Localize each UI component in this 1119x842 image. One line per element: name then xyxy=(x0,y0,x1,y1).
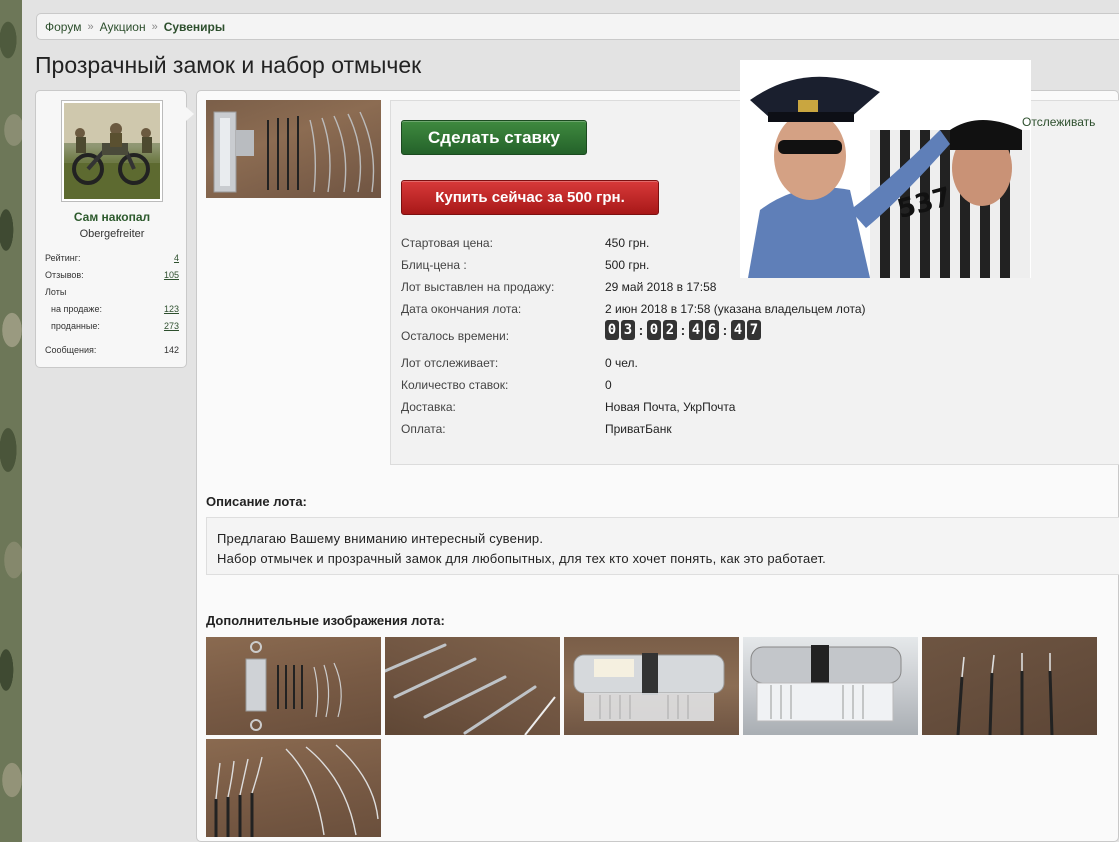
stat-messages-value: 142 xyxy=(163,344,179,355)
gallery-image[interactable] xyxy=(922,637,1097,735)
follow-link[interactable]: Отслеживать xyxy=(1022,115,1095,129)
detail-time-left: Осталось времени: 0 3 : 0 2 : 4 6 : 4 7 xyxy=(401,320,1001,352)
breadcrumb: Форум » Аукцион » Сувениры xyxy=(36,13,1119,40)
stat-rating: Рейтинг: 4 xyxy=(45,252,179,263)
breadcrumb-separator: » xyxy=(87,20,94,33)
countdown-colon: : xyxy=(722,322,728,338)
stat-on-sale-value[interactable]: 123 xyxy=(164,304,179,314)
countdown-colon: : xyxy=(680,322,686,338)
page: Форум » Аукцион » Сувениры Прозрачный за… xyxy=(22,0,1119,842)
police-photo: 537 xyxy=(740,60,1031,278)
description-box: Предлагаю Вашему вниманию интересный сув… xyxy=(206,517,1119,575)
description-line: Предлагаю Вашему вниманию интересный сув… xyxy=(217,531,544,546)
stat-reviews: Отзывов: 105 xyxy=(45,269,179,280)
stat-lots: Лоты xyxy=(45,286,67,297)
gallery-title: Дополнительные изображения лота: xyxy=(206,613,445,628)
gallery-image[interactable] xyxy=(564,637,739,735)
username[interactable]: Сам накопал xyxy=(36,210,188,224)
stat-on-sale: на продаже: 123 xyxy=(51,303,179,314)
breadcrumb-auction[interactable]: Аукцион xyxy=(100,20,146,34)
page-title: Прозрачный замок и набор отмычек xyxy=(35,52,422,78)
gallery-image[interactable] xyxy=(206,637,381,735)
countdown-digit: 2 xyxy=(663,320,677,340)
detail-listed: Лот выставлен на продажу: 29 май 2018 в … xyxy=(401,280,717,294)
countdown-digit: 0 xyxy=(605,320,619,340)
stat-rating-value[interactable]: 4 xyxy=(174,253,179,263)
detail-watchers: Лот отслеживает: 0 чел. xyxy=(401,356,638,370)
countdown-digit: 4 xyxy=(731,320,745,340)
breadcrumb-separator: » xyxy=(151,20,158,33)
gallery-image[interactable] xyxy=(206,739,381,837)
avatar-image xyxy=(64,103,160,199)
stat-sold-value[interactable]: 273 xyxy=(164,321,179,331)
description-title: Описание лота: xyxy=(206,494,307,509)
pick-hooks-image xyxy=(214,744,379,837)
lock-and-picks-image xyxy=(245,641,342,731)
countdown-digit: 6 xyxy=(705,320,719,340)
user-title: Obergefreiter xyxy=(79,228,145,240)
breadcrumb-souvenirs[interactable]: Сувениры xyxy=(164,20,225,34)
detail-payment: Оплата: ПриватБанк xyxy=(401,422,672,436)
gallery-image[interactable] xyxy=(743,637,918,735)
motorcycle-icon xyxy=(64,103,160,199)
detail-delivery: Доставка: Новая Почта, УкрПочта xyxy=(401,400,736,414)
user-card-notch xyxy=(186,107,194,121)
countdown-digit: 3 xyxy=(621,320,635,340)
stat-reviews-value[interactable]: 105 xyxy=(164,270,179,280)
user-card: Сам накопал Obergefreiter Рейтинг: 4 Отз… xyxy=(35,90,194,368)
countdown-digit: 4 xyxy=(689,320,703,340)
stat-sold: проданные: 273 xyxy=(51,320,179,331)
countdown-colon: : xyxy=(638,322,644,338)
detail-end-date: Дата окончания лота: 2 июн 2018 в 17:58 … xyxy=(401,302,866,316)
lockpick-set-image xyxy=(213,111,375,193)
lock-cylinder-image xyxy=(750,645,902,722)
lot-main-image[interactable] xyxy=(206,100,381,198)
gallery-image[interactable] xyxy=(385,637,560,735)
camo-background xyxy=(0,0,22,842)
policeman-and-prisoner-image: 537 xyxy=(740,60,1031,278)
countdown-timer: 0 3 : 0 2 : 4 6 : 4 7 xyxy=(605,320,761,340)
place-bid-button[interactable]: Сделать ставку xyxy=(401,120,587,155)
pick-tips-image xyxy=(385,643,556,735)
transparent-lock-image xyxy=(573,653,725,721)
avatar[interactable] xyxy=(61,100,163,202)
countdown-digit: 7 xyxy=(747,320,761,340)
description-line: Набор отмычек и прозрачный замок для люб… xyxy=(217,551,826,566)
stat-messages: Сообщения: 142 xyxy=(45,344,179,355)
picks-closeup-image xyxy=(956,653,1054,735)
countdown-digit: 0 xyxy=(647,320,661,340)
buy-now-button[interactable]: Купить сейчас за 500 грн. xyxy=(401,180,659,215)
user-stats: Рейтинг: 4 Отзывов: 105 Лоты на продаже:… xyxy=(45,249,179,358)
detail-bids: Количество ставок: 0 xyxy=(401,378,612,392)
breadcrumb-forum[interactable]: Форум xyxy=(45,20,81,34)
